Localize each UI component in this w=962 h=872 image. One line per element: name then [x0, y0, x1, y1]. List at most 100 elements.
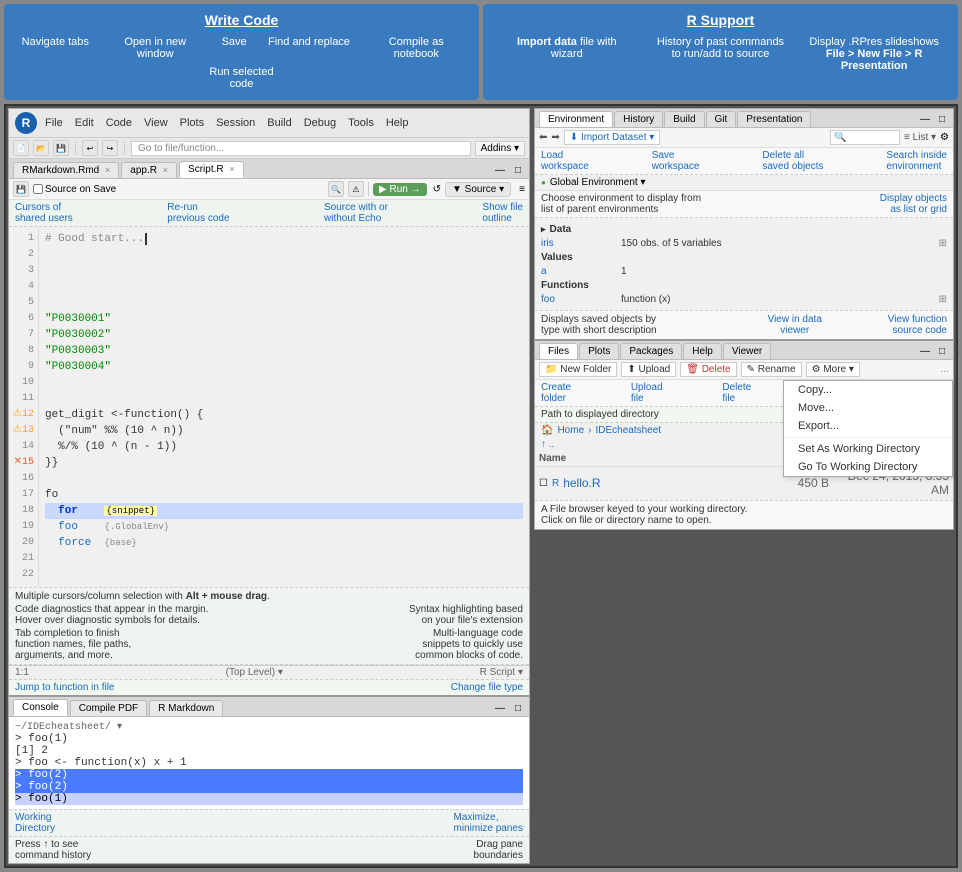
menu-debug[interactable]: Debug: [302, 116, 338, 130]
env-row-iris[interactable]: iris 150 obs. of 5 variables ⊞: [541, 237, 947, 250]
env-foo-icon[interactable]: ⊞: [939, 294, 947, 305]
files-max-btn[interactable]: □: [935, 344, 949, 359]
tab-viewer[interactable]: Viewer: [723, 343, 771, 359]
console-area: Console Compile PDF R Markdown — □ ~/IDE…: [9, 695, 529, 863]
ctx-export[interactable]: Export...: [784, 417, 952, 435]
upload-btn[interactable]: ⬆ Upload: [621, 362, 676, 377]
toolbar-redo-icon[interactable]: ↪: [102, 140, 118, 156]
tab-script[interactable]: Script.R ×: [179, 161, 244, 178]
files-scroll-right[interactable]: ...: [941, 364, 949, 375]
env-max-btn[interactable]: □: [935, 112, 949, 127]
env-list-btn[interactable]: ≡ List ▾: [904, 132, 936, 143]
console-selected-2: > foo(2): [15, 781, 523, 793]
top-banners: Write Code Navigate tabs Open in new win…: [4, 4, 958, 100]
file-type: R Script ▾: [480, 667, 523, 678]
tab-plots[interactable]: Plots: [579, 343, 619, 359]
console-prompt-1: > foo(1): [15, 733, 68, 745]
toolbar-save-icon[interactable]: 💾: [53, 140, 69, 156]
r-file-icon: R: [552, 478, 559, 489]
env-ann-row1: Loadworkspace Saveworkspace Delete allsa…: [535, 148, 953, 175]
source-on-save-checkbox[interactable]: [33, 184, 43, 194]
source-on-save-label[interactable]: Source on Save: [33, 184, 116, 195]
back-arrow[interactable]: ↑ ..: [541, 439, 554, 450]
addins-btn[interactable]: Addins ▾: [475, 141, 525, 156]
run-button[interactable]: ▶ Run →: [373, 183, 427, 196]
more-btn[interactable]: ⚙ More ▾: [806, 362, 860, 377]
menu-session[interactable]: Session: [214, 116, 257, 130]
right-panel: Environment History Build Git Presentati…: [534, 108, 954, 530]
menu-file[interactable]: File: [43, 116, 65, 130]
tab-r-markdown[interactable]: R Markdown: [149, 700, 223, 716]
console-max-btn[interactable]: □: [511, 701, 525, 716]
search-icon[interactable]: 🔍: [328, 181, 344, 197]
env-row-foo[interactable]: foo function (x) ⊞: [541, 293, 947, 306]
toolbar-undo-icon[interactable]: ↩: [82, 140, 98, 156]
toolbar-open-icon[interactable]: 📂: [33, 140, 49, 156]
menu-code[interactable]: Code: [104, 116, 134, 130]
col-name: Name: [539, 453, 759, 464]
pane-min-btn[interactable]: —: [491, 163, 509, 178]
right-column: Environment History Build Git Presentati…: [534, 108, 954, 864]
tab-packages[interactable]: Packages: [620, 343, 682, 359]
source-button[interactable]: ▼ Source ▾: [445, 182, 511, 197]
rename-btn[interactable]: ✎ Rename: [741, 362, 802, 377]
pane-max-btn[interactable]: □: [511, 163, 525, 178]
file-name-hello[interactable]: hello.R: [563, 476, 769, 490]
breadcrumb-idecheatsheet[interactable]: IDEcheatsheet: [595, 425, 661, 436]
tab-files[interactable]: Files: [539, 343, 578, 359]
env-iris-table-icon[interactable]: ⊞: [939, 238, 947, 249]
tab-rmarkdown[interactable]: RMarkdown.Rmd ×: [13, 162, 119, 178]
console-min-btn[interactable]: —: [491, 701, 509, 716]
ctx-go-working-dir[interactable]: Go To Working Directory: [784, 458, 952, 476]
tab-history[interactable]: History: [614, 111, 663, 127]
toolbar-new-icon[interactable]: 📄: [13, 140, 29, 156]
menu-plots[interactable]: Plots: [178, 116, 206, 130]
menu-edit[interactable]: Edit: [73, 116, 96, 130]
tab-build[interactable]: Build: [664, 111, 704, 127]
tab-console[interactable]: Console: [13, 699, 68, 716]
editor-save-icon[interactable]: 💾: [13, 181, 29, 197]
ctx-move[interactable]: Move...: [784, 399, 952, 417]
tab-compile-pdf[interactable]: Compile PDF: [70, 700, 147, 716]
menu-tools[interactable]: Tools: [346, 116, 376, 130]
tab-presentation[interactable]: Presentation: [737, 111, 811, 127]
tab-app[interactable]: app.R ×: [121, 162, 177, 178]
menu-view[interactable]: View: [142, 116, 170, 130]
ctx-copy[interactable]: Copy...: [784, 381, 952, 399]
code-line-6: "P0030001": [45, 311, 523, 327]
ann-path-displayed: Path to displayed directory: [541, 409, 659, 420]
lint-icon[interactable]: ⚠: [348, 181, 364, 197]
delete-btn[interactable]: 🗑 Delete: [680, 362, 736, 377]
ann-search-inside: Search insideenvironment: [886, 150, 947, 172]
ann-delete-all: Delete allsaved objects: [762, 150, 823, 172]
ann-show-outline: Show fileoutline: [482, 202, 523, 224]
env-ann-row2: Choose environment to display fromlist o…: [535, 191, 953, 218]
env-nav-fwd[interactable]: ➡: [551, 132, 559, 143]
code-line-9: "P0030004": [45, 359, 523, 375]
tab-git[interactable]: Git: [706, 111, 737, 127]
code-line-16: [45, 471, 523, 487]
global-env-dropdown[interactable]: Global Environment ▾: [550, 177, 646, 188]
ann-jump-function: Jump to function in file: [15, 682, 115, 693]
files-min-btn[interactable]: —: [916, 344, 934, 359]
menu-build[interactable]: Build: [265, 116, 293, 130]
code-content[interactable]: # Good start... "P0030001" "P0030002" "P…: [39, 227, 529, 587]
menu-help[interactable]: Help: [384, 116, 411, 130]
addr-bar[interactable]: Go to file/function...: [131, 141, 471, 156]
outline-btn[interactable]: ≡: [519, 184, 525, 195]
import-dataset-btn[interactable]: ⬇ Import Dataset ▾: [564, 130, 661, 145]
env-nav-back[interactable]: ⬅: [539, 132, 547, 143]
code-line-19: foo {.GlobalEnv}: [45, 519, 523, 535]
tab-help[interactable]: Help: [683, 343, 722, 359]
env-min-btn[interactable]: —: [916, 112, 934, 127]
env-gear-icon[interactable]: ⚙: [940, 132, 949, 143]
ln-5: 5: [13, 295, 34, 311]
rerun-icon[interactable]: ↺: [433, 184, 441, 195]
new-folder-btn[interactable]: 📁 New Folder: [539, 362, 617, 377]
ctx-set-working-dir[interactable]: Set As Working Directory: [784, 440, 952, 458]
home-icon[interactable]: 🏠: [541, 425, 553, 436]
file-checkbox[interactable]: ☐: [539, 478, 548, 489]
env-search-input[interactable]: [830, 130, 900, 145]
tab-environment[interactable]: Environment: [539, 111, 613, 127]
wc-item-new-window: Open in new window: [110, 36, 200, 60]
